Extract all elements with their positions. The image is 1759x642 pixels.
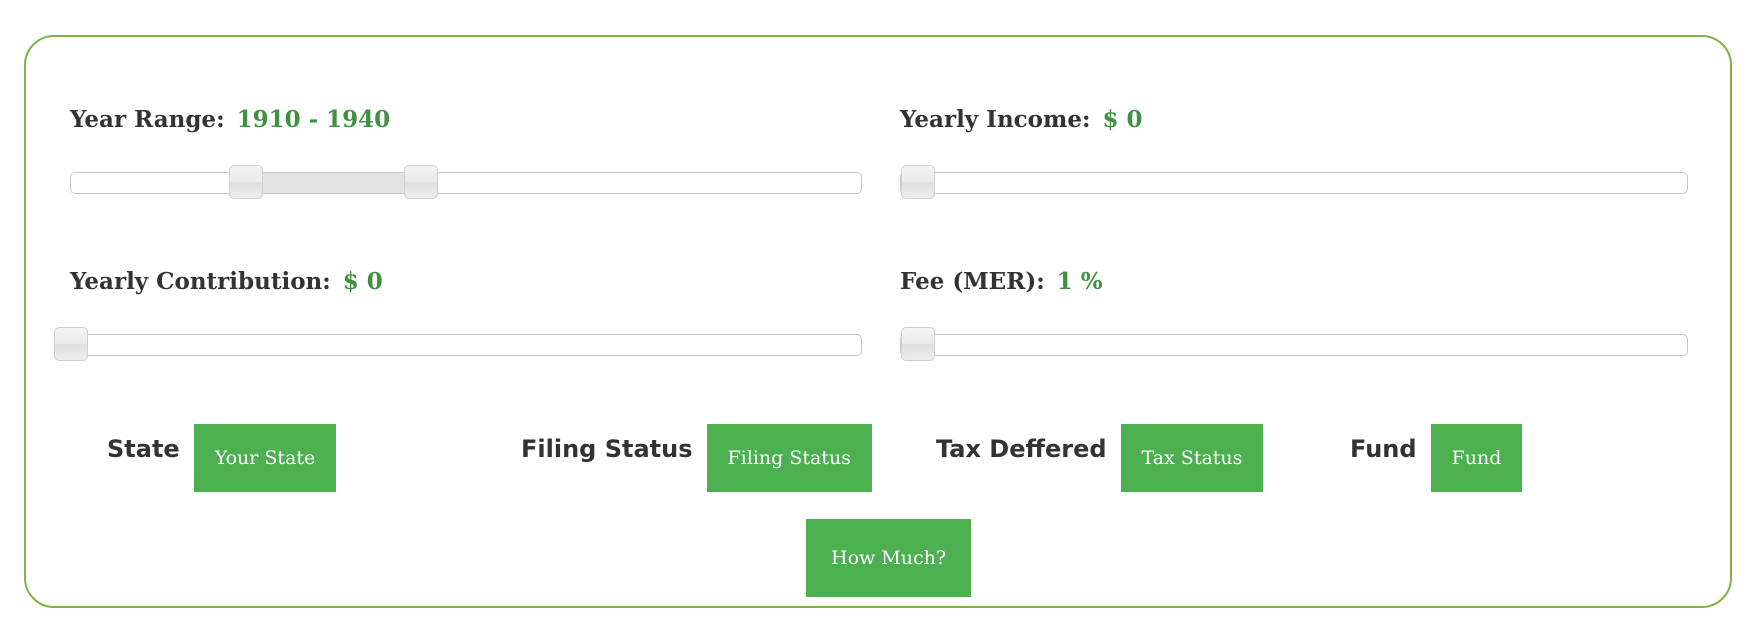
fee-value: 1 % [1056,268,1103,295]
filing-status-button[interactable]: Filing Status [706,424,872,492]
filing-status-label: Filing Status [521,435,693,463]
year-range-value: 1910 - 1940 [236,106,391,133]
year-range-high-handle[interactable] [403,165,438,199]
yearly-contribution-handle[interactable] [54,327,88,361]
fund-button[interactable]: Fund [1430,424,1523,492]
tax-deffered-selector: Tax Deffered Tax Status [936,424,1264,492]
state-selector: State Your State [107,424,337,492]
yearly-contribution-label: Yearly Contribution: [70,268,331,295]
fee-label: Fee (MER): [900,268,1045,295]
fee-handle[interactable] [901,327,935,361]
yearly-contribution-field: Yearly Contribution: $ 0 [54,262,862,382]
yearly-income-label: Yearly Income: [900,106,1091,133]
state-label: State [107,435,180,463]
yearly-income-field: Yearly Income: $ 0 [900,100,1688,220]
filing-status-selector: Filing Status Filing Status [521,424,872,492]
year-range-field: Year Range: 1910 - 1940 [70,100,862,220]
yearly-income-label-row: Yearly Income: $ 0 [900,100,1142,140]
state-button[interactable]: Your State [193,424,337,492]
year-range-label: Year Range: [70,106,225,133]
tax-status-button[interactable]: Tax Status [1120,424,1264,492]
yearly-contribution-value: $ 0 [342,268,383,295]
fee-label-row: Fee (MER): 1 % [900,262,1103,302]
yearly-contribution-label-row: Yearly Contribution: $ 0 [70,262,383,302]
year-range-slider[interactable] [70,165,862,199]
yearly-income-handle[interactable] [901,165,935,199]
year-range-low-handle[interactable] [229,165,264,199]
fee-slider[interactable] [900,327,1688,361]
yearly-income-value: $ 0 [1102,106,1143,133]
yearly-contribution-slider[interactable] [54,327,862,361]
fee-field: Fee (MER): 1 % [900,262,1688,382]
fund-selector: Fund Fund [1350,424,1523,492]
year-range-label-row: Year Range: 1910 - 1940 [70,100,390,140]
tax-deffered-label: Tax Deffered [936,435,1107,463]
year-range-selected-fill [246,173,421,193]
how-much-button[interactable]: How Much? [806,519,972,597]
calculator-panel: Year Range: 1910 - 1940 Yearly Income: $… [24,35,1732,608]
yearly-income-slider[interactable] [900,165,1688,199]
fund-label: Fund [1350,435,1417,463]
